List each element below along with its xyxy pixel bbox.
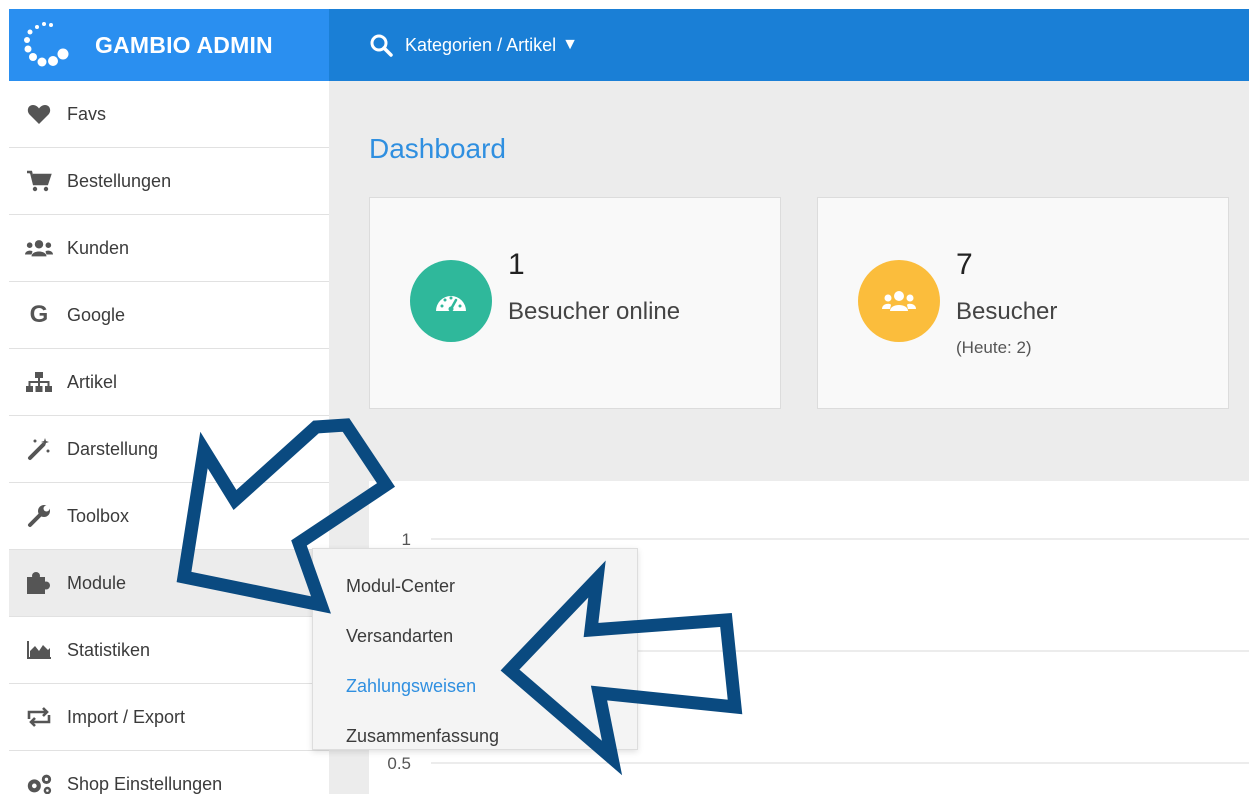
- stat-label: Besucher online: [508, 298, 681, 325]
- heart-icon: [25, 102, 53, 126]
- stat-value: 7: [956, 248, 973, 281]
- sidebar-item-module[interactable]: Module: [9, 550, 329, 617]
- submenu-item-zahlungsweisen[interactable]: Zahlungsweisen: [313, 661, 637, 711]
- users-icon: [858, 260, 940, 342]
- area-chart-icon: [25, 638, 53, 662]
- stat-value: 1: [508, 248, 525, 281]
- gambio-logo-icon: [24, 22, 69, 67]
- stat-card-visitors-online[interactable]: 1 Besucher online: [369, 197, 781, 409]
- sidebar-item-toolbox[interactable]: Toolbox: [9, 483, 329, 550]
- sidebar: Favs Bestellungen Kunden G Google Artike…: [9, 81, 329, 794]
- sidebar-item-bestellungen[interactable]: Bestellungen: [9, 148, 329, 215]
- sidebar-item-darstellung[interactable]: Darstellung: [9, 416, 329, 483]
- google-icon: G: [29, 301, 49, 328]
- sidebar-item-label: Artikel: [67, 371, 118, 392]
- sidebar-item-label: Darstellung: [67, 438, 159, 459]
- sidebar-item-shop-einstellungen[interactable]: Shop Einstellungen: [9, 751, 329, 794]
- users-icon: [25, 236, 53, 260]
- gears-icon: [25, 772, 53, 794]
- caret-down-icon: ▼: [562, 36, 578, 53]
- sidebar-item-import-export[interactable]: Import / Export: [9, 684, 329, 751]
- sidebar-item-label: Module: [67, 572, 127, 593]
- stat-label: Besucher: [956, 298, 1058, 325]
- sidebar-item-label: Statistiken: [67, 639, 151, 660]
- puzzle-icon: [25, 571, 53, 595]
- sidebar-item-google[interactable]: G Google: [9, 282, 329, 349]
- submenu-item-versandarten[interactable]: Versandarten: [313, 611, 637, 661]
- search-dropdown[interactable]: Kategorien / Artikel ▼: [369, 9, 578, 81]
- wrench-icon: [25, 504, 53, 528]
- cart-icon: [25, 169, 53, 193]
- module-submenu: Modul-Center Versandarten Zahlungsweisen…: [312, 548, 638, 750]
- stat-card-visitors[interactable]: 7 Besucher (Heute: 2): [817, 197, 1229, 409]
- app-frame: GAMBIO ADMIN Kategorien / Artikel ▼ Favs…: [9, 9, 1249, 794]
- sidebar-item-statistiken[interactable]: Statistiken: [9, 617, 329, 684]
- exchange-icon: [25, 705, 53, 729]
- sidebar-item-artikel[interactable]: Artikel: [9, 349, 329, 416]
- stat-sublabel: (Heute: 2): [956, 338, 1032, 357]
- sidebar-item-kunden[interactable]: Kunden: [9, 215, 329, 282]
- sidebar-item-label: Favs: [67, 103, 107, 124]
- chart-y-tick-label: 1: [402, 530, 411, 549]
- magic-wand-icon: [25, 437, 53, 461]
- sidebar-item-label: Toolbox: [67, 505, 130, 526]
- search-icon: [370, 34, 393, 57]
- submenu-item-modul-center[interactable]: Modul-Center: [313, 561, 637, 611]
- brand-title: GAMBIO ADMIN: [95, 31, 273, 58]
- sitemap-icon: [25, 370, 53, 394]
- submenu-item-zusammenfassung[interactable]: Zusammenfassung: [313, 711, 637, 761]
- sidebar-item-label: Bestellungen: [67, 170, 172, 191]
- sidebar-item-label: Shop Einstellungen: [67, 773, 223, 794]
- page-title: Dashboard: [369, 133, 506, 164]
- sidebar-item-label: Google: [67, 304, 126, 325]
- sidebar-item-label: Kunden: [67, 237, 130, 258]
- gauge-icon: [410, 260, 492, 342]
- top-bar: GAMBIO ADMIN Kategorien / Artikel ▼: [9, 9, 1249, 81]
- brand[interactable]: GAMBIO ADMIN: [9, 9, 329, 81]
- sidebar-item-favs[interactable]: Favs: [9, 81, 329, 148]
- search-label: Kategorien / Artikel: [405, 34, 557, 55]
- sidebar-item-label: Import / Export: [67, 706, 186, 727]
